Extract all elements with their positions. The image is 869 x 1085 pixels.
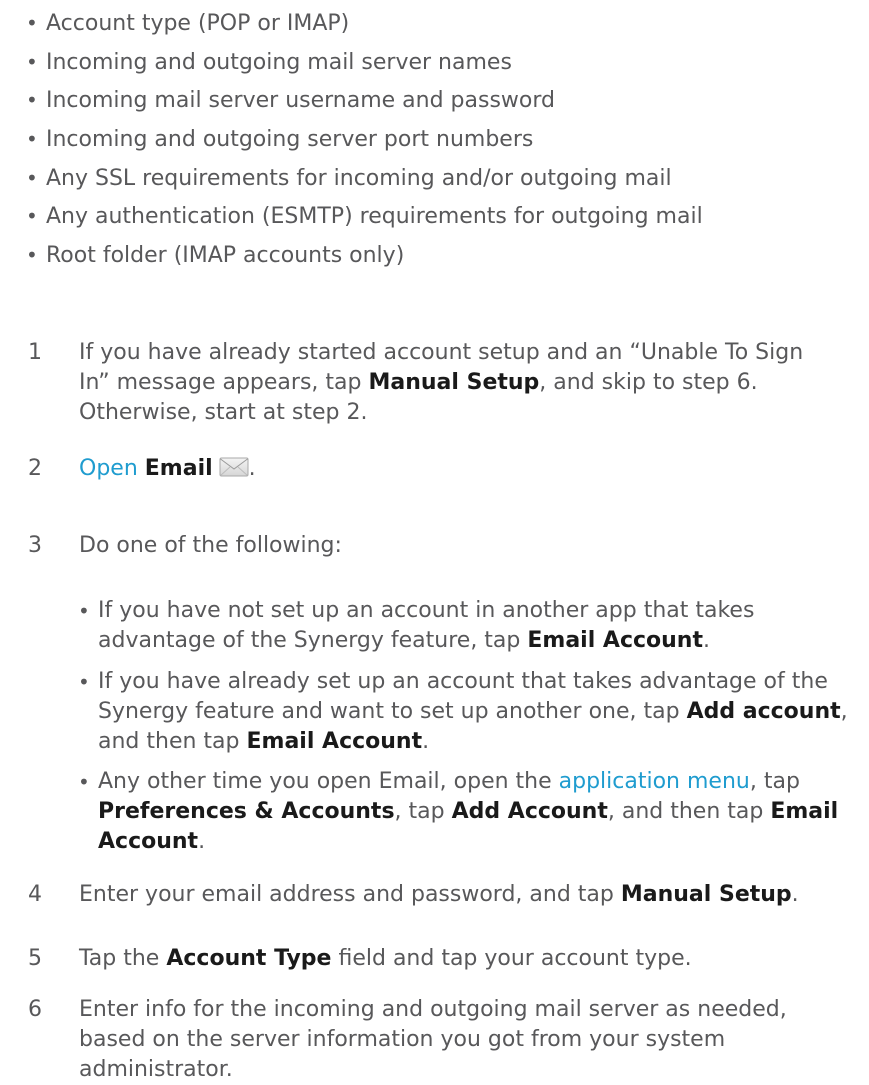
text: Tap the	[79, 946, 167, 971]
manual-setup-label: Manual Setup	[620, 882, 792, 907]
bullet-icon: •	[78, 599, 90, 623]
text: field and tap your account type.	[331, 946, 692, 971]
text: .	[702, 628, 710, 653]
requirement-text: Any SSL requirements for incoming and/or…	[46, 165, 672, 191]
step-line: based on the server information you got …	[79, 1027, 726, 1052]
bullet-icon: •	[26, 204, 38, 229]
bullet-icon: •	[78, 770, 90, 794]
step-2: 2 Open Email.	[28, 454, 858, 484]
text: , and then tap	[607, 799, 771, 824]
step-line: Account.	[98, 827, 858, 857]
requirement-text: Incoming mail server username and passwo…	[46, 88, 556, 114]
list-item: • Any SSL requirements for incoming and/o…	[26, 159, 703, 198]
bullet-icon: •	[26, 49, 38, 74]
manual-setup-label: Manual Setup	[368, 370, 540, 395]
requirement-text: Incoming and outgoing mail server names	[46, 49, 512, 75]
sub-option-text: Any other time you open Email, open the …	[98, 767, 858, 857]
email-account-label: Email Account	[527, 628, 703, 653]
add-account-label: Add account	[686, 699, 841, 724]
step-number: 4	[28, 882, 42, 907]
email-envelope-icon	[219, 456, 249, 478]
requirement-text: Any authentication (ESMTP) requirements …	[46, 204, 703, 230]
step-line: Synergy feature and want to set up anoth…	[98, 697, 858, 727]
step-6: 6 Enter info for the incoming and outgoi…	[28, 995, 858, 1085]
application-menu-link[interactable]: application menu	[559, 769, 750, 794]
sub-option-text: If you have already set up an account th…	[98, 667, 858, 757]
text: , and skip to step 6.	[539, 370, 758, 395]
step-line: administrator.	[79, 1057, 233, 1082]
step-text: Enter info for the incoming and outgoing…	[79, 995, 858, 1085]
text: and then tap	[98, 729, 247, 754]
step-number: 5	[28, 946, 42, 971]
sub-option-2: • If you have already set up an account …	[78, 667, 858, 757]
step-line: Enter info for the incoming and outgoing…	[79, 997, 787, 1022]
step-line: If you have already set up an account th…	[98, 669, 828, 694]
text: .	[791, 882, 799, 907]
step-line: In” message appears, tap Manual Setup, a…	[79, 368, 858, 398]
step-line: Preferences & Accounts, tap Add Account,…	[98, 797, 858, 827]
step-text: Open Email.	[79, 454, 858, 484]
email-label: Email	[770, 799, 839, 824]
text: advantage of the Synergy feature, tap	[98, 628, 528, 653]
step-line: and then tap Email Account.	[98, 727, 858, 757]
text: .	[198, 829, 206, 854]
text: Synergy feature and want to set up anoth…	[98, 699, 687, 724]
step-number: 2	[28, 456, 42, 481]
open-link[interactable]: Open	[79, 456, 138, 481]
list-item: • Incoming mail server username and passw…	[26, 81, 703, 120]
sub-option-text: If you have not set up an account in ano…	[98, 596, 858, 656]
text: Enter your email address and password, a…	[79, 882, 621, 907]
requirement-text: Root folder (IMAP accounts only)	[46, 243, 405, 269]
step-text: Enter your email address and password, a…	[79, 880, 858, 910]
requirement-text: Incoming and outgoing server port number…	[46, 127, 534, 153]
list-item: • Account type (POP or IMAP)	[26, 4, 703, 43]
step-5: 5 Tap the Account Type field and tap you…	[28, 944, 858, 974]
sub-option-1: • If you have not set up an account in a…	[78, 596, 858, 656]
requirement-text: Account type (POP or IMAP)	[46, 11, 350, 36]
bullet-icon: •	[78, 670, 90, 694]
text: In” message appears, tap	[79, 370, 369, 395]
step-line: Any other time you open Email, open the …	[98, 767, 858, 797]
step-line: advantage of the Synergy feature, tap Em…	[98, 626, 858, 656]
preferences-accounts-label: Preferences & Accounts	[98, 799, 395, 824]
step-3: 3 Do one of the following:	[28, 531, 858, 561]
add-account-label: Add Account	[451, 799, 608, 824]
list-item: • Incoming and outgoing mail server names	[26, 43, 703, 82]
step-line: If you have not set up an account in ano…	[98, 598, 755, 623]
text: ,	[840, 699, 848, 724]
text: , tap	[394, 799, 452, 824]
sub-option-3: • Any other time you open Email, open th…	[78, 767, 858, 857]
text: .	[422, 729, 430, 754]
step-text: Tap the Account Type field and tap your …	[79, 944, 858, 974]
bullet-icon: •	[26, 88, 38, 113]
list-item: • Root folder (IMAP accounts only)	[26, 236, 703, 275]
step-4: 4 Enter your email address and password,…	[28, 880, 858, 910]
bullet-icon: •	[26, 243, 38, 268]
list-item: • Any authentication (ESMTP) requirements…	[26, 197, 703, 236]
step-1: 1 If you have already started account se…	[28, 338, 858, 428]
step-number: 6	[28, 997, 42, 1022]
bullet-icon: •	[26, 165, 38, 190]
text: Any other time you open Email, open the	[98, 769, 559, 794]
step-line: If you have already started account setu…	[79, 340, 804, 365]
email-account-label: Email Account	[246, 729, 423, 754]
account-label: Account	[98, 829, 199, 854]
text: , tap	[749, 769, 800, 794]
requirements-list: • Account type (POP or IMAP) • Incoming an…	[26, 4, 703, 275]
bullet-icon: •	[26, 127, 38, 152]
step-text: Do one of the following:	[79, 533, 342, 558]
step-text: If you have already started account setu…	[79, 338, 858, 428]
step-number: 3	[28, 533, 42, 558]
step-line: Otherwise, start at step 2.	[79, 400, 368, 425]
step-number: 1	[28, 340, 42, 365]
text: .	[248, 456, 256, 481]
list-item: • Incoming and outgoing server port numbe…	[26, 120, 703, 159]
bullet-icon: •	[26, 11, 38, 35]
account-type-label: Account Type	[166, 946, 332, 971]
email-label: Email	[144, 456, 213, 481]
